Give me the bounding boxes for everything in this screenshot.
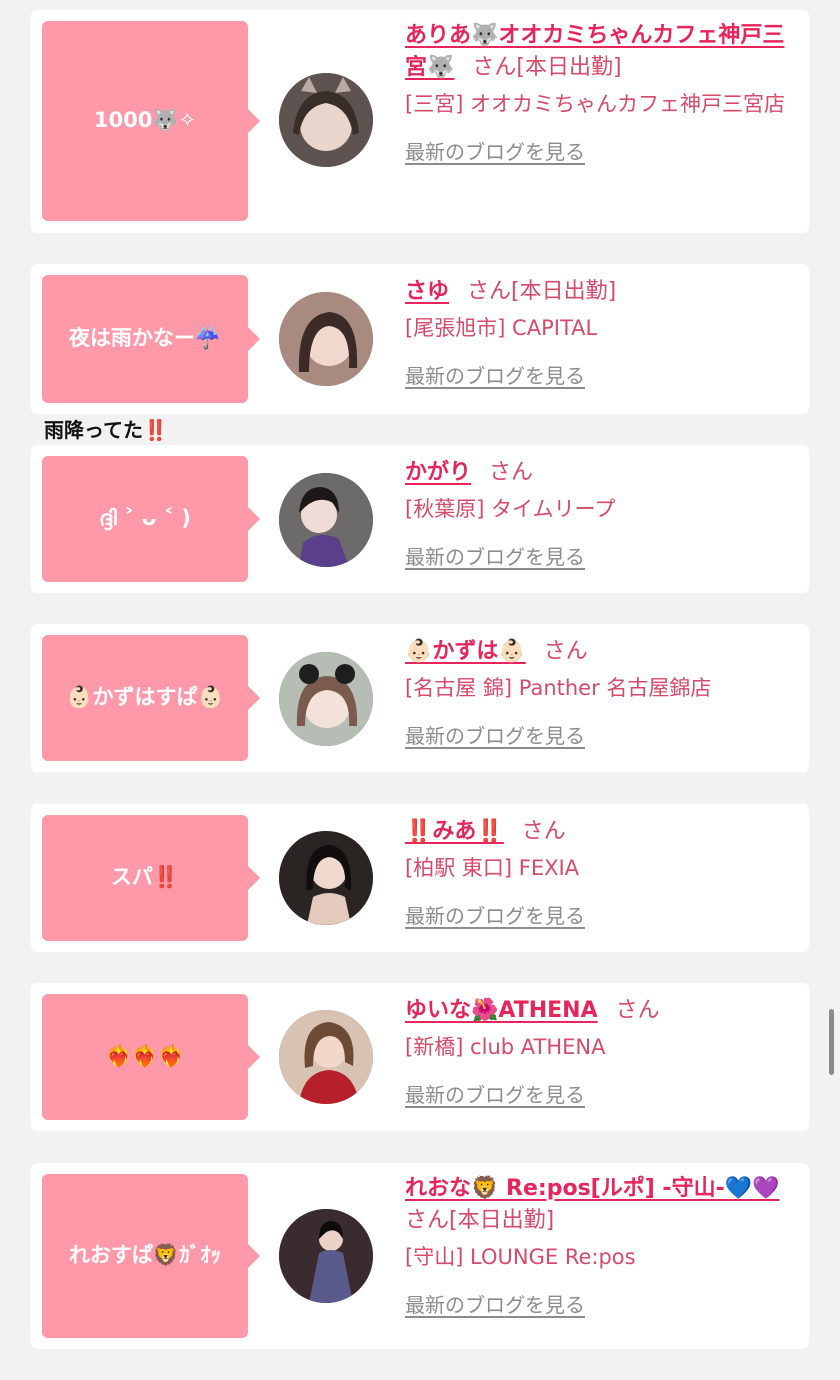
speech-bubble: スパ‼️ [42, 815, 260, 941]
blog-card[interactable]: 夜は雨かなー☔️ さゆ さん[本日出勤] [尾張旭市] CAPITAL 最新のブロ… [31, 264, 809, 414]
latest-blog-link[interactable]: 最新のブログを見る [405, 360, 585, 389]
scrollbar[interactable] [829, 1009, 834, 1075]
shop-name: [三宮] オオカミちゃんカフェ神戸三宮店 [405, 92, 786, 116]
avatar[interactable] [279, 1010, 373, 1104]
speech-bubble: れおすぱ🦁ｶﾞｵｯ [42, 1174, 260, 1338]
woman-portrait-icon [279, 473, 373, 567]
blog-card[interactable]: 1000🐺﻿✧ ありあ🐺オオカミちゃんカフェ神戸三宮🐺 さん[本日出勤] [三宮]… [31, 10, 809, 233]
woman-portrait-icon [279, 652, 373, 746]
shop-name: [秋葉原] タイムリープ [405, 497, 616, 521]
latest-blog-link[interactable]: 最新のブログを見る [405, 1289, 585, 1318]
san-label: さん [615, 998, 660, 1023]
overlay-note: 雨降ってた‼️ [44, 418, 168, 442]
status-badge: [本日出勤] [516, 55, 622, 80]
blog-card[interactable]: 👶🏻かずはすぱ👶🏻 👶🏻かずは👶🏻 さん [名古屋 錦] Panther 名古屋錦… [31, 624, 809, 772]
woman-portrait-icon [279, 73, 373, 167]
woman-portrait-icon [279, 1209, 373, 1303]
avatar[interactable] [279, 652, 373, 746]
latest-blog-link[interactable]: 最新のブログを見る [405, 1079, 585, 1108]
latest-blog-link[interactable]: 最新のブログを見る [405, 541, 585, 570]
speech-bubble: 夜は雨かなー☔️ [42, 275, 260, 403]
san-label: さん [489, 460, 534, 485]
shop-name: [名古屋 錦] Panther 名古屋錦店 [405, 676, 712, 700]
avatar[interactable] [279, 73, 373, 167]
san-label: さん [543, 639, 588, 664]
speech-bubble: ദ്ദി ˃ ᴗ ˂ ) [42, 456, 260, 582]
san-label: さん [472, 55, 517, 80]
shop-name: [新橋] club ATHENA [405, 1035, 606, 1059]
avatar[interactable] [279, 1209, 373, 1303]
girl-name-link[interactable]: 👶🏻かずは👶🏻 [405, 639, 526, 664]
latest-blog-link[interactable]: 最新のブログを見る [405, 136, 585, 165]
woman-portrait-icon [279, 292, 373, 386]
girl-name-link[interactable]: さゆ [405, 279, 449, 304]
status-badge: [本日出勤] [511, 279, 617, 304]
shop-name: [柏駅 東口] FEXIA [405, 856, 580, 880]
avatar[interactable] [279, 473, 373, 567]
girl-name-link[interactable]: かがり [405, 460, 471, 485]
avatar[interactable] [279, 831, 373, 925]
speech-bubble: ❤️‍🔥❤️‍🔥❤️‍🔥 [42, 994, 260, 1120]
latest-blog-link[interactable]: 最新のブログを見る [405, 900, 585, 929]
san-label: さん [467, 279, 512, 304]
san-label: さん [405, 1208, 450, 1233]
avatar[interactable] [279, 292, 373, 386]
san-label: さん [521, 819, 566, 844]
speech-bubble: 1000🐺﻿✧ [42, 21, 260, 221]
girl-name-link[interactable]: ‼️みあ‼️ [405, 819, 504, 844]
woman-portrait-icon [279, 1010, 373, 1104]
latest-blog-link[interactable]: 最新のブログを見る [405, 720, 585, 749]
status-badge: [本日出勤] [449, 1208, 555, 1233]
woman-portrait-icon [279, 831, 373, 925]
shop-name: [守山] LOUNGE Re:pos [405, 1245, 636, 1269]
speech-bubble: 👶🏻かずはすぱ👶🏻 [42, 635, 260, 761]
page: 1000🐺﻿✧ ありあ🐺オオカミちゃんカフェ神戸三宮🐺 さん[本日出勤] [三宮]… [0, 0, 840, 1380]
girl-name-link[interactable]: れおな🦁 Re:pos[ルポ] -守山-💙💜 [405, 1176, 779, 1201]
shop-name: [尾張旭市] CAPITAL [405, 316, 598, 340]
blog-card[interactable]: ❤️‍🔥❤️‍🔥❤️‍🔥 ゆいな🌺ATHENA さん [新橋] club ATHE… [31, 983, 809, 1131]
girl-name-link[interactable]: ゆいな🌺ATHENA [405, 998, 598, 1023]
blog-card[interactable]: ദ്ദി ˃ ᴗ ˂ ) かがり さん [秋葉原] タイムリープ 最新のブログを見… [31, 445, 809, 593]
blog-card[interactable]: れおすぱ🦁ｶﾞｵｯ れおな🦁 Re:pos[ルポ] -守山-💙💜 さん[本日出勤]… [31, 1163, 809, 1349]
blog-card[interactable]: スパ‼️ ‼️みあ‼️ さん [柏駅 東口] FEXIA 最新のブログを見る [31, 804, 809, 952]
